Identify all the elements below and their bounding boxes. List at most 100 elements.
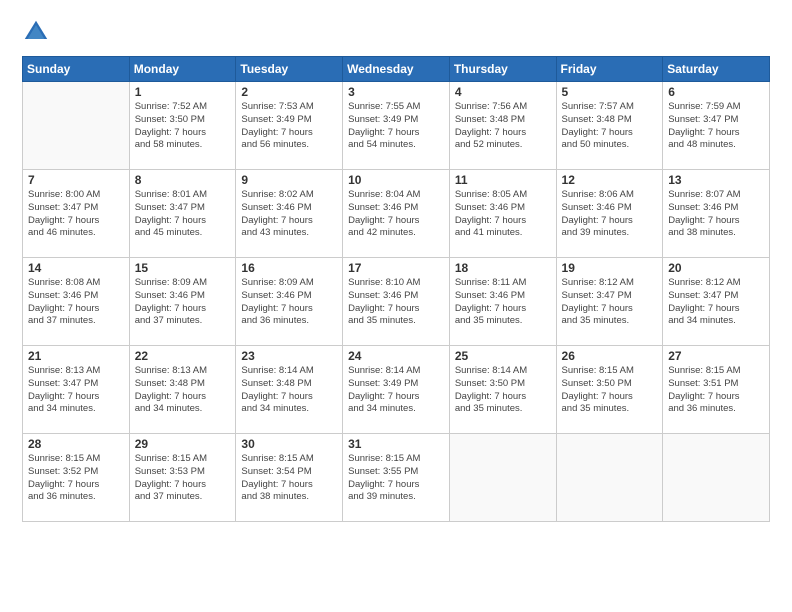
logo: [22, 18, 54, 46]
calendar-cell: 18Sunrise: 8:11 AM Sunset: 3:46 PM Dayli…: [449, 258, 556, 346]
calendar-cell: [449, 434, 556, 522]
day-info: Sunrise: 8:13 AM Sunset: 3:48 PM Dayligh…: [135, 365, 231, 416]
day-info: Sunrise: 8:09 AM Sunset: 3:46 PM Dayligh…: [135, 277, 231, 328]
calendar-cell: 19Sunrise: 8:12 AM Sunset: 3:47 PM Dayli…: [556, 258, 663, 346]
day-number: 16: [241, 261, 337, 275]
day-number: 7: [28, 173, 124, 187]
day-info: Sunrise: 8:09 AM Sunset: 3:46 PM Dayligh…: [241, 277, 337, 328]
calendar-cell: 4 Sunrise: 7:56 AM Sunset: 3:48 PM Daylig…: [449, 82, 556, 170]
calendar-cell: [663, 434, 770, 522]
calendar-cell: 29 Sunrise: 8:15 AM Sunset: 3:53 PM Dayli…: [129, 434, 236, 522]
day-number: 29: [135, 437, 231, 451]
week-row-5: 28 Sunrise: 8:15 AM Sunset: 3:52 PM Dayli…: [23, 434, 770, 522]
calendar-cell: 3 Sunrise: 7:55 AM Sunset: 3:49 PM Daylig…: [343, 82, 450, 170]
day-info: Sunrise: 8:15 AM Sunset: 3:50 PM Dayligh…: [562, 365, 658, 416]
day-info: Sunrise: 8:14 AM Sunset: 3:50 PM Dayligh…: [455, 365, 551, 416]
day-number: 31: [348, 437, 444, 451]
day-number: 2: [241, 85, 337, 99]
calendar-cell: 28 Sunrise: 8:15 AM Sunset: 3:52 PM Dayli…: [23, 434, 130, 522]
calendar-cell: 5 Sunrise: 7:57 AM Sunset: 3:48 PM Daylig…: [556, 82, 663, 170]
calendar-cell: 25 Sunrise: 8:14 AM Sunset: 3:50 PM Dayli…: [449, 346, 556, 434]
calendar-cell: 14 Sunrise: 8:08 AM Sunset: 3:46 PM Dayli…: [23, 258, 130, 346]
day-info: Sunrise: 8:15 AM Sunset: 3:53 PM Dayligh…: [135, 453, 231, 504]
weekday-header-monday: Monday: [129, 57, 236, 82]
day-info: Sunrise: 8:15 AM Sunset: 3:52 PM Dayligh…: [28, 453, 124, 504]
day-info: Sunrise: 8:13 AM Sunset: 3:47 PM Dayligh…: [28, 365, 124, 416]
day-number: 14: [28, 261, 124, 275]
calendar: SundayMondayTuesdayWednesdayThursdayFrid…: [22, 56, 770, 522]
day-info: Sunrise: 8:10 AM Sunset: 3:46 PM Dayligh…: [348, 277, 444, 328]
day-number: 13: [668, 173, 764, 187]
day-info: Sunrise: 8:06 AM Sunset: 3:46 PM Dayligh…: [562, 189, 658, 240]
day-info: Sunrise: 8:02 AM Sunset: 3:46 PM Dayligh…: [241, 189, 337, 240]
day-number: 21: [28, 349, 124, 363]
day-info: Sunrise: 7:57 AM Sunset: 3:48 PM Dayligh…: [562, 101, 658, 152]
calendar-cell: 13 Sunrise: 8:07 AM Sunset: 3:46 PM Dayli…: [663, 170, 770, 258]
day-number: 6: [668, 85, 764, 99]
weekday-header-thursday: Thursday: [449, 57, 556, 82]
calendar-cell: 31Sunrise: 8:15 AM Sunset: 3:55 PM Dayli…: [343, 434, 450, 522]
calendar-cell: 27 Sunrise: 8:15 AM Sunset: 3:51 PM Dayli…: [663, 346, 770, 434]
page: SundayMondayTuesdayWednesdayThursdayFrid…: [0, 0, 792, 612]
day-info: Sunrise: 8:14 AM Sunset: 3:49 PM Dayligh…: [348, 365, 444, 416]
calendar-cell: 7 Sunrise: 8:00 AM Sunset: 3:47 PM Daylig…: [23, 170, 130, 258]
day-number: 23: [241, 349, 337, 363]
calendar-cell: 15 Sunrise: 8:09 AM Sunset: 3:46 PM Dayli…: [129, 258, 236, 346]
weekday-header-sunday: Sunday: [23, 57, 130, 82]
calendar-cell: 26 Sunrise: 8:15 AM Sunset: 3:50 PM Dayli…: [556, 346, 663, 434]
day-number: 30: [241, 437, 337, 451]
calendar-cell: 17Sunrise: 8:10 AM Sunset: 3:46 PM Dayli…: [343, 258, 450, 346]
day-number: 15: [135, 261, 231, 275]
day-info: Sunrise: 8:11 AM Sunset: 3:46 PM Dayligh…: [455, 277, 551, 328]
day-info: Sunrise: 8:15 AM Sunset: 3:51 PM Dayligh…: [668, 365, 764, 416]
calendar-cell: 11 Sunrise: 8:05 AM Sunset: 3:46 PM Dayli…: [449, 170, 556, 258]
calendar-cell: 2 Sunrise: 7:53 AM Sunset: 3:49 PM Daylig…: [236, 82, 343, 170]
day-number: 12: [562, 173, 658, 187]
day-number: 19: [562, 261, 658, 275]
day-info: Sunrise: 7:55 AM Sunset: 3:49 PM Dayligh…: [348, 101, 444, 152]
day-info: Sunrise: 8:07 AM Sunset: 3:46 PM Dayligh…: [668, 189, 764, 240]
day-info: Sunrise: 8:04 AM Sunset: 3:46 PM Dayligh…: [348, 189, 444, 240]
weekday-header-tuesday: Tuesday: [236, 57, 343, 82]
weekday-header-wednesday: Wednesday: [343, 57, 450, 82]
week-row-2: 7 Sunrise: 8:00 AM Sunset: 3:47 PM Daylig…: [23, 170, 770, 258]
day-number: 20: [668, 261, 764, 275]
day-info: Sunrise: 7:59 AM Sunset: 3:47 PM Dayligh…: [668, 101, 764, 152]
day-info: Sunrise: 8:08 AM Sunset: 3:46 PM Dayligh…: [28, 277, 124, 328]
calendar-cell: 10 Sunrise: 8:04 AM Sunset: 3:46 PM Dayli…: [343, 170, 450, 258]
calendar-cell: [23, 82, 130, 170]
calendar-cell: 23 Sunrise: 8:14 AM Sunset: 3:48 PM Dayli…: [236, 346, 343, 434]
calendar-cell: 20 Sunrise: 8:12 AM Sunset: 3:47 PM Dayli…: [663, 258, 770, 346]
day-info: Sunrise: 7:56 AM Sunset: 3:48 PM Dayligh…: [455, 101, 551, 152]
calendar-cell: 9 Sunrise: 8:02 AM Sunset: 3:46 PM Daylig…: [236, 170, 343, 258]
calendar-cell: 22Sunrise: 8:13 AM Sunset: 3:48 PM Dayli…: [129, 346, 236, 434]
calendar-cell: [556, 434, 663, 522]
day-number: 25: [455, 349, 551, 363]
day-number: 26: [562, 349, 658, 363]
week-row-3: 14 Sunrise: 8:08 AM Sunset: 3:46 PM Dayli…: [23, 258, 770, 346]
day-info: Sunrise: 7:53 AM Sunset: 3:49 PM Dayligh…: [241, 101, 337, 152]
day-number: 11: [455, 173, 551, 187]
day-info: Sunrise: 8:14 AM Sunset: 3:48 PM Dayligh…: [241, 365, 337, 416]
day-info: Sunrise: 8:12 AM Sunset: 3:47 PM Dayligh…: [668, 277, 764, 328]
logo-icon: [22, 18, 50, 46]
day-number: 4: [455, 85, 551, 99]
day-number: 8: [135, 173, 231, 187]
day-number: 5: [562, 85, 658, 99]
calendar-cell: 1Sunrise: 7:52 AM Sunset: 3:50 PM Daylig…: [129, 82, 236, 170]
day-number: 27: [668, 349, 764, 363]
weekday-header-friday: Friday: [556, 57, 663, 82]
calendar-cell: 12 Sunrise: 8:06 AM Sunset: 3:46 PM Dayli…: [556, 170, 663, 258]
calendar-cell: 21 Sunrise: 8:13 AM Sunset: 3:47 PM Dayli…: [23, 346, 130, 434]
day-number: 3: [348, 85, 444, 99]
calendar-cell: 8Sunrise: 8:01 AM Sunset: 3:47 PM Daylig…: [129, 170, 236, 258]
calendar-cell: 24Sunrise: 8:14 AM Sunset: 3:49 PM Dayli…: [343, 346, 450, 434]
calendar-cell: 30Sunrise: 8:15 AM Sunset: 3:54 PM Dayli…: [236, 434, 343, 522]
day-info: Sunrise: 8:00 AM Sunset: 3:47 PM Dayligh…: [28, 189, 124, 240]
week-row-4: 21 Sunrise: 8:13 AM Sunset: 3:47 PM Dayli…: [23, 346, 770, 434]
day-number: 28: [28, 437, 124, 451]
day-number: 10: [348, 173, 444, 187]
day-number: 9: [241, 173, 337, 187]
day-number: 1: [135, 85, 231, 99]
day-info: Sunrise: 8:05 AM Sunset: 3:46 PM Dayligh…: [455, 189, 551, 240]
